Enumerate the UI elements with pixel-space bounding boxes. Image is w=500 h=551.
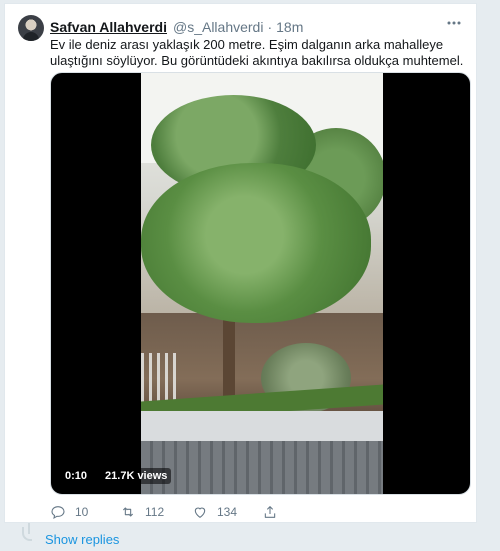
more-dots-icon[interactable] [442,14,466,34]
reply-button[interactable]: 10 [50,504,120,520]
like-icon [194,507,206,518]
video-duration: 0:10 [61,468,92,484]
author-handle[interactable]: @s_Allahverdi [173,19,263,35]
tweet-header: Safvan Allahverdi @s_Allahverdi · 18m [50,18,303,36]
tweet-text: Ev ile deniz arası yaklaşık 200 metre. E… [50,37,464,68]
retweet-icon [122,507,134,517]
video-frame [141,73,383,494]
share-icon [264,506,276,518]
share-button[interactable] [262,504,292,520]
tweet-actions: 10 112 134 [50,502,292,522]
avatar[interactable] [18,15,44,41]
wall [141,411,383,441]
like-button[interactable]: 134 [192,504,262,520]
reply-icon [51,506,65,520]
video-meta: 0:10 21.7K views [61,468,172,484]
author-name[interactable]: Safvan Allahverdi [50,19,167,35]
thread-connector [22,527,32,541]
retweet-count: 112 [145,505,165,519]
reply-count: 10 [75,505,89,519]
like-count: 134 [217,505,238,519]
tree-canopy [141,163,371,323]
roof [141,441,383,494]
video-player[interactable]: 0:10 21.7K views [50,72,471,495]
separator-dot: · [267,19,273,35]
show-replies-link[interactable]: Show replies [45,532,119,547]
tweet-card[interactable]: Safvan Allahverdi @s_Allahverdi · 18m Ev… [4,3,477,523]
video-views: 21.7K views [101,468,172,484]
retweet-button[interactable]: 112 [120,504,192,520]
tweet-timestamp[interactable]: 18m [276,19,303,35]
